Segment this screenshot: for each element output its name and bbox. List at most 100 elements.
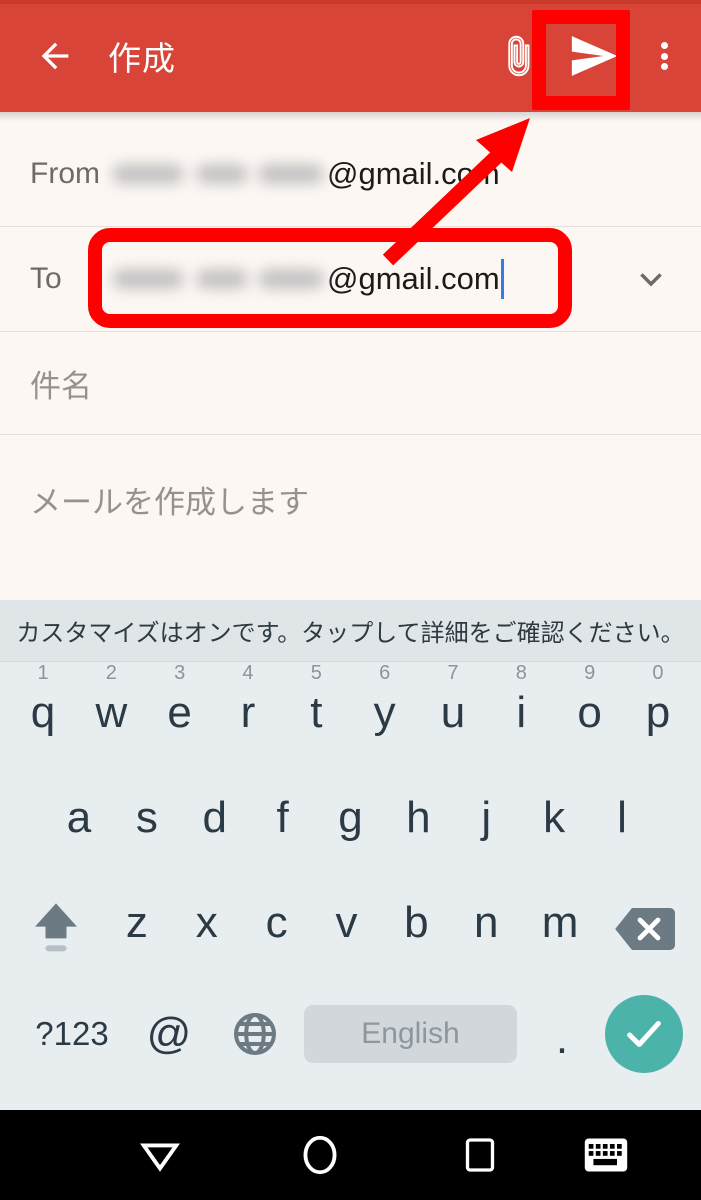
- key-q-number: 1: [37, 662, 49, 684]
- key-t-label: t: [310, 688, 323, 737]
- key-g-label: g: [338, 793, 363, 842]
- key-m-label: m: [541, 898, 579, 947]
- key-a-label: a: [66, 793, 92, 842]
- key-j[interactable]: j: [455, 771, 517, 876]
- soft-keyboard: カスタマイズはオンです。タップして詳細をご確認ください。 1q 2w 3e 4r…: [0, 600, 701, 1110]
- attach-button[interactable]: [487, 25, 549, 87]
- key-n-label: n: [474, 898, 499, 947]
- key-d-label: d: [202, 793, 227, 842]
- language-switch-key[interactable]: [212, 1010, 298, 1058]
- key-g[interactable]: g: [320, 771, 382, 876]
- to-redacted-local-part: [110, 262, 325, 296]
- key-c[interactable]: c: [246, 876, 308, 981]
- at-key[interactable]: @: [126, 1009, 212, 1059]
- page-title: 作成: [108, 40, 176, 77]
- key-x[interactable]: x: [176, 876, 238, 981]
- key-b-label: b: [404, 898, 429, 947]
- space-key[interactable]: English: [304, 1004, 517, 1063]
- key-m[interactable]: m: [525, 876, 595, 981]
- symbols-key[interactable]: ?123: [18, 1015, 126, 1053]
- key-n[interactable]: n: [455, 876, 517, 981]
- to-domain: @gmail.com: [327, 261, 500, 296]
- check-icon: [627, 1020, 661, 1047]
- key-y-label: y: [373, 688, 396, 737]
- key-k[interactable]: k: [523, 771, 585, 876]
- app-bar: 作成: [0, 0, 701, 112]
- key-a[interactable]: a: [48, 771, 110, 876]
- key-s[interactable]: s: [116, 771, 178, 876]
- key-r[interactable]: 4r: [217, 662, 279, 771]
- body-placeholder: メールを作成します: [30, 485, 309, 520]
- key-u[interactable]: 7u: [422, 662, 484, 771]
- key-h[interactable]: h: [387, 771, 449, 876]
- keyboard-rows: 1q 2w 3e 4r 5t 6y 7u 8i 9o 0p a s d f g …: [0, 662, 701, 1086]
- enter-key[interactable]: [605, 994, 683, 1073]
- key-v[interactable]: v: [316, 876, 378, 981]
- overflow-menu-button[interactable]: [639, 25, 689, 87]
- key-r-label: r: [240, 688, 256, 737]
- send-button[interactable]: [557, 19, 631, 93]
- key-l[interactable]: l: [591, 771, 653, 876]
- body-field-row[interactable]: メールを作成します: [0, 435, 701, 605]
- to-field-row[interactable]: To @gmail.com: [0, 227, 701, 332]
- paperclip-icon: [508, 35, 530, 77]
- key-i-label: i: [516, 688, 527, 737]
- key-t[interactable]: 5t: [285, 662, 347, 771]
- nav-home-button[interactable]: [250, 1132, 390, 1178]
- key-b[interactable]: b: [385, 876, 447, 981]
- key-e[interactable]: 3e: [149, 662, 211, 771]
- shift-icon: [35, 902, 77, 951]
- key-p[interactable]: 0p: [627, 662, 689, 771]
- key-o[interactable]: 9o: [559, 662, 621, 771]
- key-q[interactable]: 1q: [12, 662, 74, 771]
- from-redacted-local-part: [110, 157, 325, 191]
- subject-field-row[interactable]: 件名: [0, 332, 701, 435]
- key-x-label: x: [195, 898, 218, 947]
- chevron-down-icon: [640, 273, 662, 287]
- nav-recents-button[interactable]: [410, 1135, 550, 1175]
- key-o-number: 9: [584, 662, 596, 684]
- key-c-label: c: [265, 898, 288, 947]
- key-r-number: 4: [242, 662, 254, 684]
- key-z[interactable]: z: [106, 876, 168, 981]
- key-f-label: f: [276, 793, 289, 842]
- keyboard-row-4: ?123 @ English .: [0, 981, 701, 1086]
- from-label: From: [30, 157, 100, 190]
- key-y[interactable]: 6y: [354, 662, 416, 771]
- keyboard-row-3: z x c v b n m: [0, 876, 701, 981]
- android-navigation-bar: [0, 1110, 701, 1200]
- nav-keyboard-button[interactable]: [556, 1137, 656, 1173]
- key-w-label: w: [95, 688, 128, 737]
- compose-form: From @gmail.com To @gmail.com 件名 メールを作成し…: [0, 122, 701, 605]
- circle-icon: [303, 1135, 337, 1175]
- key-q-label: q: [30, 688, 56, 737]
- phone-screen: 作成 From @gmail.com To @gmail.com 件名 メールを…: [0, 0, 701, 1200]
- period-key[interactable]: .: [523, 1004, 601, 1064]
- expand-recipients-button[interactable]: [601, 259, 701, 299]
- send-icon: [571, 36, 618, 76]
- key-e-number: 3: [174, 662, 186, 684]
- key-w[interactable]: 2w: [80, 662, 142, 771]
- keyboard-suggestion-bar[interactable]: カスタマイズはオンです。タップして詳細をご確認ください。: [0, 600, 701, 662]
- globe-icon: [234, 1012, 276, 1055]
- arrow-left-icon: [41, 42, 69, 70]
- from-domain: @gmail.com: [327, 156, 500, 191]
- square-icon: [465, 1138, 495, 1172]
- key-k-label: k: [543, 793, 566, 842]
- shift-key[interactable]: [14, 898, 98, 960]
- key-f[interactable]: f: [252, 771, 314, 876]
- key-l-label: l: [617, 793, 627, 842]
- back-button[interactable]: [24, 25, 86, 87]
- key-w-number: 2: [105, 662, 117, 684]
- nav-back-button[interactable]: [90, 1132, 230, 1178]
- backspace-key[interactable]: [603, 906, 687, 952]
- key-d[interactable]: d: [184, 771, 246, 876]
- key-s-label: s: [135, 793, 158, 842]
- key-t-number: 5: [310, 662, 322, 684]
- key-o-label: o: [577, 688, 602, 737]
- to-input[interactable]: @gmail.com: [110, 259, 601, 299]
- key-i[interactable]: 8i: [490, 662, 552, 771]
- from-field-row[interactable]: From @gmail.com: [0, 122, 701, 227]
- app-bar-shadow: [0, 112, 701, 122]
- key-p-label: p: [645, 688, 671, 737]
